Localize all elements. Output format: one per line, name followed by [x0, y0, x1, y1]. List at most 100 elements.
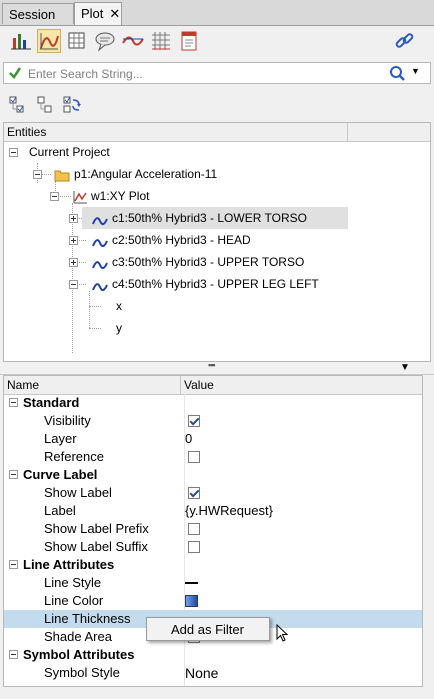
expand-toggle-icon[interactable] — [69, 236, 78, 245]
expand-toggle-icon[interactable] — [69, 214, 78, 223]
collapse-toggle-icon[interactable] — [9, 470, 18, 479]
property-visibility[interactable]: Visibility — [4, 412, 422, 430]
property-show-label[interactable]: Show Label — [4, 484, 422, 502]
grip-icon: ▪▪▪ — [208, 360, 216, 370]
group-label: Line Attributes — [23, 557, 115, 572]
collapse-toggle-icon[interactable] — [9, 650, 18, 659]
tree-item-label: c1:50th% Hybrid3 - LOWER TORSO — [112, 211, 307, 225]
context-menu: Add as Filter — [146, 617, 270, 641]
tree-item-label: x — [116, 299, 122, 313]
tab-session[interactable]: Session — [2, 3, 74, 24]
reference-checkbox[interactable] — [188, 451, 200, 463]
properties-header: Name Value — [4, 376, 422, 395]
tab-plot-label: Plot — [81, 6, 104, 21]
collapse-toggle-icon[interactable] — [9, 148, 18, 157]
property-label[interactable]: Label {y.HWRequest} — [4, 502, 422, 520]
column-name-header: Name — [7, 378, 40, 392]
tab-bar: Session Plot ✕ — [0, 0, 434, 26]
search-icon[interactable] — [389, 65, 409, 85]
entities-header-label: Entities — [7, 125, 47, 139]
line-color-swatch[interactable] — [185, 595, 198, 607]
collapse-toggle-icon[interactable] — [50, 192, 59, 201]
tree-item-x[interactable]: x — [4, 295, 430, 317]
tree-toolbar — [0, 90, 434, 120]
tree-item-label: Current Project — [29, 145, 110, 159]
expand-all-icon[interactable] — [9, 96, 27, 117]
tree-item-curve-c1[interactable]: c1:50th% Hybrid3 - LOWER TORSO — [69, 207, 348, 229]
group-label: Symbol Attributes — [23, 647, 135, 662]
property-name: Symbol Style — [44, 665, 120, 680]
group-line-attributes[interactable]: Line Attributes — [4, 556, 422, 574]
property-name: Show Label Prefix — [44, 521, 149, 536]
report-icon[interactable] — [177, 29, 201, 53]
datum-icon[interactable] — [121, 29, 145, 53]
show-label-prefix-checkbox[interactable] — [188, 523, 200, 535]
collapse-toggle-icon[interactable] — [9, 560, 18, 569]
property-value[interactable]: None — [185, 664, 218, 682]
group-label: Standard — [23, 395, 80, 410]
chevron-down-icon[interactable]: ▼ — [411, 66, 420, 76]
close-icon[interactable]: ✕ — [109, 6, 120, 21]
group-label: Curve Label — [23, 467, 98, 482]
toolbar — [0, 26, 434, 58]
tab-plot[interactable]: Plot ✕ — [74, 2, 122, 25]
group-standard[interactable]: Standard — [4, 394, 422, 412]
tree-item-curve-c2[interactable]: c2:50th% Hybrid3 - HEAD — [69, 229, 348, 251]
mouse-cursor-icon — [276, 623, 290, 647]
property-name: Reference — [44, 449, 104, 464]
property-name: Visibility — [44, 413, 91, 428]
tree-item-label: c4:50th% Hybrid3 - UPPER LEG LEFT — [112, 277, 319, 291]
tree-item-label: c2:50th% Hybrid3 - HEAD — [112, 233, 251, 247]
property-value[interactable]: {y.HWRequest} — [185, 502, 273, 520]
group-curve-label[interactable]: Curve Label — [4, 466, 422, 484]
tree-item-current-project[interactable]: Current Project — [4, 141, 430, 163]
note-icon[interactable] — [93, 29, 117, 53]
property-name: Label — [44, 503, 76, 518]
property-name: Line Style — [44, 575, 102, 590]
expand-toggle-icon[interactable] — [69, 258, 78, 267]
tree-item-window[interactable]: w1:XY Plot — [4, 185, 430, 207]
tree-item-page[interactable]: p1:Angular Acceleration-11 — [4, 163, 430, 185]
property-value[interactable]: 0 — [185, 430, 192, 448]
curve-icon[interactable] — [37, 29, 61, 53]
panel-splitter[interactable]: ▪▪▪ ▼ — [0, 360, 434, 375]
checkmark-icon — [8, 65, 22, 84]
search-box: ▼ — [3, 62, 431, 84]
sync-icon[interactable] — [63, 95, 83, 118]
property-reference[interactable]: Reference — [4, 448, 422, 466]
tree-item-label: c3:50th% Hybrid3 - UPPER TORSO — [112, 255, 305, 269]
chart-icon[interactable] — [9, 29, 33, 53]
show-label-suffix-checkbox[interactable] — [188, 541, 200, 553]
chevron-down-icon[interactable]: ▼ — [400, 362, 410, 373]
property-name: Shade Area — [44, 629, 112, 644]
link-icon[interactable] — [393, 29, 417, 53]
menu-item-add-as-filter[interactable]: Add as Filter — [171, 622, 244, 637]
entities-header: Entities — [4, 123, 430, 142]
property-show-label-prefix[interactable]: Show Label Prefix — [4, 520, 422, 538]
property-layer[interactable]: Layer 0 — [4, 430, 422, 448]
property-line-color[interactable]: Line Color — [4, 592, 422, 610]
property-symbol-style[interactable]: Symbol Style None — [4, 664, 422, 682]
tree-item-curve-c3[interactable]: c3:50th% Hybrid3 - UPPER TORSO — [69, 251, 348, 273]
tab-session-label: Session — [9, 7, 56, 22]
table-icon[interactable] — [149, 29, 173, 53]
tree-item-y[interactable]: y — [4, 317, 430, 339]
tree-item-curve-c4[interactable]: c4:50th% Hybrid3 - UPPER LEG LEFT — [69, 273, 372, 295]
tree-item-label: y — [116, 321, 122, 335]
collapse-toggle-icon[interactable] — [69, 280, 78, 289]
property-name: Line Thickness — [44, 611, 131, 626]
grid-icon[interactable] — [65, 29, 89, 53]
property-name: Show Label — [44, 485, 112, 500]
property-show-label-suffix[interactable]: Show Label Suffix — [4, 538, 422, 556]
collapse-all-icon[interactable] — [37, 96, 55, 117]
group-symbol-attributes[interactable]: Symbol Attributes — [4, 646, 422, 664]
tree-item-label: w1:XY Plot — [91, 189, 150, 203]
collapse-toggle-icon[interactable] — [9, 398, 18, 407]
show-label-checkbox[interactable] — [188, 487, 200, 499]
collapse-toggle-icon[interactable] — [33, 170, 42, 179]
property-line-style[interactable]: Line Style — [4, 574, 422, 592]
line-style-swatch[interactable] — [185, 582, 198, 584]
property-name: Show Label Suffix — [44, 539, 148, 554]
search-input[interactable] — [26, 65, 390, 83]
visibility-checkbox[interactable] — [188, 415, 200, 427]
